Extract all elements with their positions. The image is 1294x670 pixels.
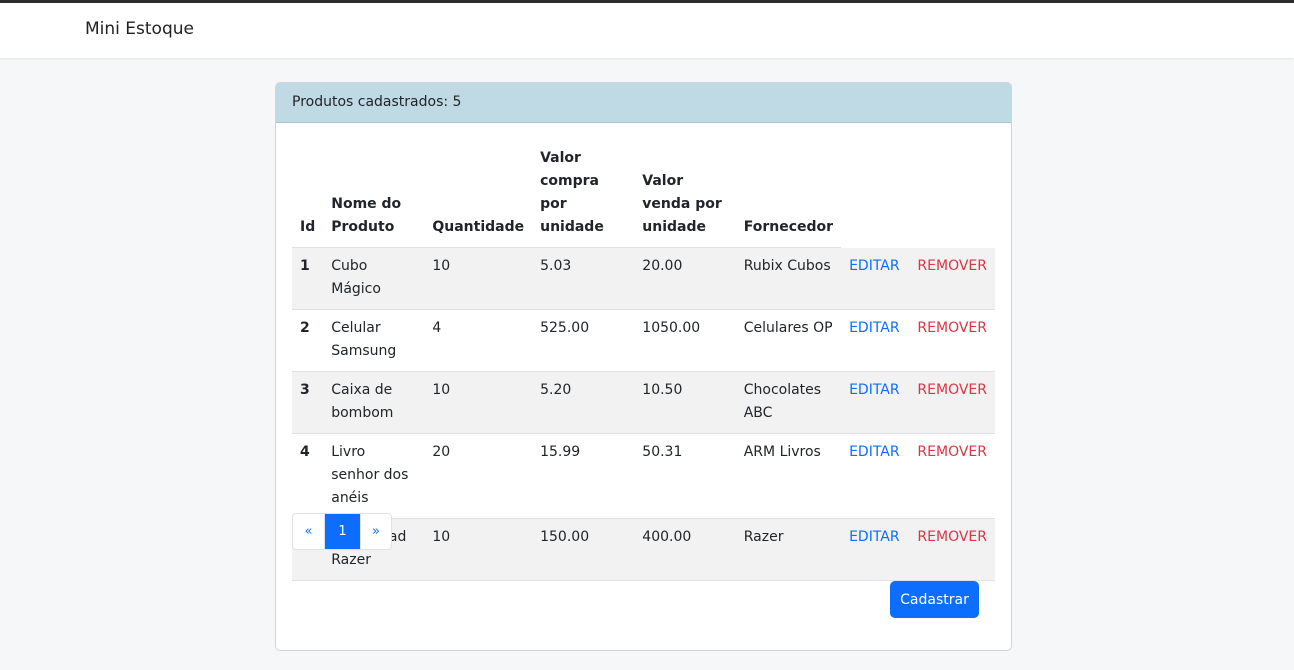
cell-actions: EDITAR REMOVER [841, 433, 995, 519]
products-table: Id Nome do Produto Quantidade Valor comp… [292, 143, 995, 581]
remove-link[interactable]: REMOVER [917, 320, 987, 336]
column-header-quantity: Quantidade [424, 143, 533, 248]
cell-quantity: 10 [424, 371, 533, 434]
table-row: 6 Mouse Pad Razer 10 150.00 400.00 Razer… [292, 518, 995, 581]
cell-actions: EDITAR REMOVER [841, 247, 995, 310]
column-header-buy-price: Valor compra por unidade [532, 143, 635, 248]
cell-supplier: ARM Livros [735, 433, 842, 519]
cell-sell-price: 400.00 [634, 518, 736, 581]
edit-link[interactable]: EDITAR [849, 382, 900, 398]
cell-supplier: Razer [735, 518, 842, 581]
column-header-supplier: Fornecedor [735, 143, 842, 248]
navbar: Mini Estoque [0, 3, 1294, 58]
cell-buy-price: 5.03 [532, 247, 635, 310]
cell-sell-price: 1050.00 [634, 309, 736, 372]
table-row: 2 Celular Samsung 4 525.00 1050.00 Celul… [292, 309, 995, 372]
edit-link[interactable]: EDITAR [849, 258, 900, 274]
edit-link[interactable]: EDITAR [849, 444, 900, 460]
pagination-next[interactable]: » [360, 514, 391, 549]
cell-id: 4 [292, 433, 324, 519]
table-row: 1 Cubo Mágico 10 5.03 20.00 Rubix Cubos … [292, 247, 995, 310]
cell-actions: EDITAR REMOVER [841, 309, 995, 372]
table-header-row: Id Nome do Produto Quantidade Valor comp… [292, 143, 995, 248]
cell-buy-price: 15.99 [532, 433, 635, 519]
cell-buy-price: 5.20 [532, 371, 635, 434]
cell-name: Celular Samsung [323, 309, 425, 372]
cell-name: Cubo Mágico [323, 247, 425, 310]
remove-link[interactable]: REMOVER [917, 382, 987, 398]
cell-supplier: Chocolates ABC [735, 371, 842, 434]
navbar-brand[interactable]: Mini Estoque [85, 19, 194, 39]
column-header-sell-price: Valor venda por unidade [634, 143, 736, 248]
edit-link[interactable]: EDITAR [849, 529, 900, 545]
cell-quantity: 20 [424, 433, 533, 519]
remove-link[interactable]: REMOVER [917, 444, 987, 460]
cell-sell-price: 10.50 [634, 371, 736, 434]
cell-id: 3 [292, 371, 324, 434]
cell-name: Caixa de bombom [323, 371, 425, 434]
cell-sell-price: 20.00 [634, 247, 736, 310]
cadastrar-button[interactable]: Cadastrar [890, 581, 979, 618]
pagination-page-1[interactable]: 1 [325, 514, 360, 549]
cell-supplier: Rubix Cubos [735, 247, 842, 310]
pagination: « 1 » [292, 513, 392, 550]
cell-actions: EDITAR REMOVER [841, 518, 995, 581]
column-header-actions [841, 143, 995, 248]
cell-id: 2 [292, 309, 324, 372]
column-header-name: Nome do Produto [323, 143, 425, 248]
cell-quantity: 4 [424, 309, 533, 372]
card-header: Produtos cadastrados: 5 [276, 83, 1011, 123]
edit-link[interactable]: EDITAR [849, 320, 900, 336]
cell-supplier: Celulares OP [735, 309, 842, 372]
table-row: 4 Livro senhor dos anéis 20 15.99 50.31 … [292, 433, 995, 519]
pagination-prev[interactable]: « [293, 514, 325, 549]
cell-id: 1 [292, 247, 324, 310]
column-header-id: Id [292, 143, 324, 248]
cell-quantity: 10 [424, 518, 533, 581]
cell-actions: EDITAR REMOVER [841, 371, 995, 434]
remove-link[interactable]: REMOVER [917, 529, 987, 545]
table-row: 3 Caixa de bombom 10 5.20 10.50 Chocolat… [292, 371, 995, 434]
cell-sell-price: 50.31 [634, 433, 736, 519]
products-card: Produtos cadastrados: 5 Id Nome do Produ… [275, 82, 1012, 651]
cell-quantity: 10 [424, 247, 533, 310]
remove-link[interactable]: REMOVER [917, 258, 987, 274]
cell-name: Livro senhor dos anéis [323, 433, 425, 519]
cell-buy-price: 525.00 [532, 309, 635, 372]
cell-buy-price: 150.00 [532, 518, 635, 581]
